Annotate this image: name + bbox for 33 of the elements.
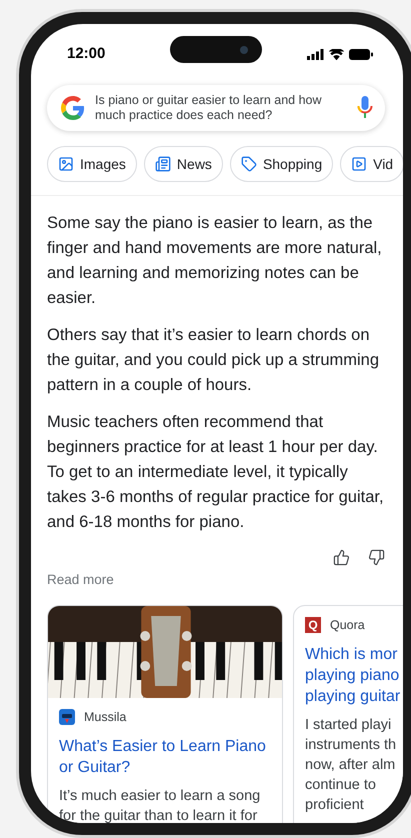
source-name: Quora: [330, 617, 365, 634]
read-more-link[interactable]: Read more: [47, 572, 114, 587]
newspaper-icon: [154, 156, 171, 172]
thumbs-up-icon[interactable]: [333, 549, 350, 566]
result-title[interactable]: Which is mor playing piano playing guitar: [305, 644, 403, 707]
google-logo-icon: [61, 96, 85, 120]
status-time: 12:00: [67, 44, 106, 64]
answer-paragraph: Some say the piano is easier to learn, as the finger and hand movements are more natural, and learning and memorizing notes can be easier.: [47, 213, 383, 309]
source-logo: Q: [305, 617, 321, 634]
tag-icon: [240, 156, 257, 172]
result-card[interactable]: Mussila What’s Easier to Learn Piano or Guitar? It’s much easier to learn a song for the guitar than to learn it for: [47, 605, 283, 823]
filter-chip[interactable]: Shopping: [230, 146, 334, 182]
filter-chip[interactable]: Vid: [340, 146, 403, 182]
result-snippet: I started playi instruments th now, after alm continue to proficient: [305, 716, 398, 815]
answer-paragraph: Others say that it’s easier to learn chords on the guitar, and you could pick up a strumming pattern in a couple of hours.: [47, 325, 380, 396]
signal-icon: [307, 48, 324, 60]
result-card[interactable]: Q Quora Which is mor playing piano playing guitar I started playi instruments th now, after alm continue to proficient: [293, 605, 403, 823]
search-query: Is piano or guitar easier to learn and how much practice does each need?: [95, 93, 323, 123]
camera-icon: [240, 46, 248, 54]
answer-paragraph: Music teachers often recommend that beginners practice for at least 1 hour per day. To get to an intermediate level, it typically takes 3-6 months of regular practice for guitar, and 6-18 months for piano.: [47, 412, 385, 533]
filter-chip[interactable]: Images: [47, 146, 137, 182]
microphone-icon[interactable]: [357, 96, 373, 120]
filter-chip[interactable]: News: [144, 146, 223, 182]
search-bar[interactable]: Is piano or guitar easier to learn and how much practice does each need?: [47, 85, 385, 131]
wifi-icon: [329, 48, 344, 60]
thumbs-down-icon[interactable]: [368, 549, 385, 566]
battery-icon: [349, 48, 373, 60]
source-name: Mussila: [84, 709, 126, 726]
source-logo-icon: [59, 709, 75, 726]
image-icon: [58, 156, 74, 172]
result-title[interactable]: What’s Easier to Learn Piano or Guitar?: [59, 736, 271, 778]
play-icon: [351, 156, 368, 172]
result-snippet: It’s much easier to learn a song for the guitar than to learn it for: [59, 786, 262, 823]
